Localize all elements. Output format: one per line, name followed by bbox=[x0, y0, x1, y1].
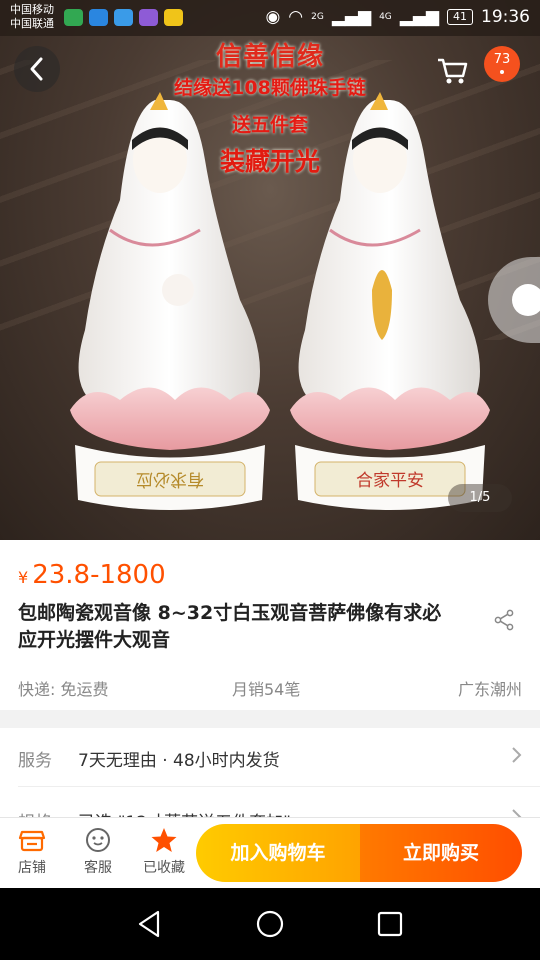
product-detail-page: 信善信缘 结缘送108颗佛珠手链 送五件套 装藏开光 有求必应 合家平安 1/5… bbox=[0, 0, 540, 960]
signal-icon: ▂▄▆ bbox=[331, 7, 372, 27]
nav-back-icon[interactable] bbox=[134, 908, 166, 940]
product-info-card: ¥23.8-1800 包邮陶瓷观音像 8~32寸白玉观音菩萨佛像有求必应开光摆件… bbox=[0, 540, 540, 710]
cart-button[interactable] bbox=[430, 48, 472, 90]
price: ¥23.8-1800 bbox=[18, 560, 166, 590]
star-icon bbox=[151, 828, 177, 852]
service-row[interactable]: 服务 7天无理由 · 48小时内发货 bbox=[0, 728, 540, 784]
row-divider bbox=[18, 786, 540, 787]
carrier-labels: 中国移动 中国联通 bbox=[10, 3, 54, 31]
nav-recents-icon[interactable] bbox=[374, 908, 406, 940]
right-statue-caption: 合家平安 bbox=[356, 471, 424, 491]
customer-service-label: 客服 bbox=[84, 860, 112, 876]
right-statue bbox=[290, 92, 490, 510]
signal-icon: ▂▄▆ bbox=[399, 7, 439, 27]
wifi-icon: ◠ bbox=[288, 7, 304, 27]
clock: 19:36 bbox=[481, 7, 530, 27]
carrier-1: 中国移动 bbox=[10, 3, 54, 16]
status-bar: 中国移动 中国联通 ◉ ◠ 2G ▂▄▆ 4G ▂▄▆ 41 19:36 bbox=[0, 0, 540, 36]
shop-notification-icon bbox=[164, 9, 183, 26]
monthly-sales: 月销54笔 bbox=[232, 680, 301, 699]
chevron-right-icon bbox=[512, 747, 522, 763]
carrier-2: 中国联通 bbox=[10, 17, 54, 30]
left-statue bbox=[70, 92, 270, 510]
shopping-cart-icon bbox=[438, 58, 468, 84]
notification-count-badge: 73 bbox=[493, 52, 511, 67]
detail-rows: 服务 7天无理由 · 48小时内发货 规格 已选:"12寸莲花送五件套加" bbox=[0, 728, 540, 828]
network-2g-label: 2G bbox=[311, 12, 324, 22]
chat-face-icon bbox=[86, 828, 110, 852]
currency-symbol: ¥ bbox=[18, 568, 29, 587]
service-label: 服务 bbox=[18, 751, 52, 771]
battery-indicator: 41 bbox=[447, 9, 473, 25]
favorite-tab[interactable]: 已收藏 bbox=[134, 826, 194, 877]
system-navigation-bar bbox=[0, 888, 540, 960]
service-value: 7天无理由 · 48小时内发货 bbox=[78, 751, 280, 771]
ship-from-location: 广东潮州 bbox=[457, 680, 522, 699]
left-statue-caption: 有求必应 bbox=[136, 469, 204, 489]
add-to-cart-button[interactable]: 加入购物车 bbox=[196, 824, 360, 882]
shipping-info: 快递: 免运费 bbox=[18, 680, 109, 699]
bottom-action-bar: 店铺 客服 已收藏 加入购物车 立即购买 bbox=[0, 817, 540, 889]
eye-comfort-icon: ◉ bbox=[265, 7, 281, 27]
alipay-notification-icon bbox=[114, 9, 133, 26]
app-notification-icon bbox=[64, 9, 83, 26]
more-dot-icon bbox=[500, 70, 504, 74]
store-icon bbox=[18, 830, 46, 852]
notification-icons bbox=[64, 9, 183, 26]
more-menu-button[interactable]: 73 bbox=[484, 46, 520, 82]
gallery-notification-icon bbox=[139, 9, 158, 26]
favorite-label: 已收藏 bbox=[143, 860, 185, 876]
network-4g-label: 4G bbox=[379, 12, 392, 22]
image-pager: 1/5 bbox=[448, 484, 512, 512]
customer-service-tab[interactable]: 客服 bbox=[68, 826, 128, 877]
nav-home-icon[interactable] bbox=[254, 908, 286, 940]
status-indicators: ◉ ◠ 2G ▂▄▆ 4G ▂▄▆ 41 19:36 bbox=[265, 7, 530, 27]
chevron-left-icon bbox=[30, 57, 43, 81]
shop-tab-label: 店铺 bbox=[18, 860, 46, 876]
shop-tab[interactable]: 店铺 bbox=[2, 826, 62, 877]
product-title[interactable]: 包邮陶瓷观音像 8~32寸白玉观音菩萨佛像有求必应开光摆件大观音 bbox=[18, 600, 448, 654]
toggle-knob bbox=[512, 284, 540, 316]
buy-now-button[interactable]: 立即购买 bbox=[360, 824, 522, 882]
back-button[interactable] bbox=[14, 46, 60, 92]
message-notification-icon bbox=[89, 9, 108, 26]
price-range: 23.8-1800 bbox=[32, 560, 166, 590]
share-icon[interactable] bbox=[492, 608, 516, 632]
